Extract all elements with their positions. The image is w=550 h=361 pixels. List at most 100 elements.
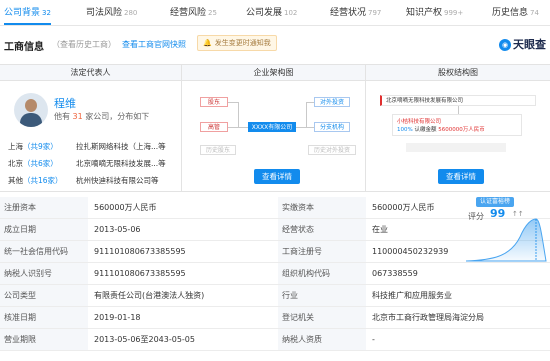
field-label: 公司类型 bbox=[0, 285, 88, 306]
company-count: （共9家） bbox=[23, 142, 58, 151]
node-main-company: XXXX有限公司 bbox=[248, 122, 296, 132]
panel-title: 企业架构图 bbox=[182, 65, 365, 81]
legal-rep-name[interactable]: 程维 bbox=[54, 95, 76, 111]
panel-title: 法定代表人 bbox=[0, 65, 181, 81]
avatar[interactable] bbox=[14, 93, 48, 127]
company-distribution-row[interactable]: 其他（共16家） 杭州快迪科技有限公司等 bbox=[8, 175, 159, 186]
tab-company-background[interactable]: 公司背景 32 bbox=[4, 0, 51, 25]
node-history-invest: 历史对外投资 bbox=[308, 145, 356, 155]
connector bbox=[306, 102, 307, 127]
field-label: 登记机关 bbox=[278, 307, 366, 328]
field-value: 2013-05-06至2043-05-05 bbox=[94, 335, 195, 344]
node-exec: 高管 bbox=[200, 122, 228, 132]
field-label: 组织机构代码 bbox=[278, 263, 366, 284]
connector bbox=[458, 106, 459, 114]
notify-button[interactable]: 🔔 发生变更时通知我 bbox=[197, 35, 277, 51]
company-distribution-row[interactable]: 上海（共9家） 拉扎斯网络科技（上海...等 bbox=[8, 141, 166, 152]
field-value: 067338559 bbox=[372, 269, 418, 278]
structure-detail-button[interactable]: 查看详情 bbox=[254, 169, 300, 184]
field-label: 行业 bbox=[278, 285, 366, 306]
field-label: 纳税人资质 bbox=[278, 329, 366, 350]
field-value: 在业 bbox=[372, 225, 388, 234]
city: 上海 bbox=[8, 142, 23, 151]
equity-panel: 股权结构图 北京嘀嘀无限科技发展有限公司 小桔科技有限公司 100% 认缴金额 … bbox=[366, 65, 550, 192]
eye-icon: ◉ bbox=[499, 39, 511, 51]
field-value: - bbox=[372, 335, 375, 344]
bell-icon: 🔔 bbox=[203, 39, 212, 47]
field-label: 成立日期 bbox=[0, 219, 88, 240]
subscribed-label: 认缴金额 bbox=[414, 127, 437, 133]
company-name[interactable]: 北京嘀嘀无限科技发展...等 bbox=[76, 158, 166, 169]
table-row: 核准日期 2019-01-18 登记机关 北京市工商行政管理局海淀分局 bbox=[0, 307, 550, 329]
company-name[interactable]: 拉扎斯网络科技（上海...等 bbox=[76, 141, 166, 152]
field-value: 2019-01-18 bbox=[94, 313, 141, 322]
node-branch: 分支机构 bbox=[314, 122, 350, 132]
tab-label: 公司背景 bbox=[4, 8, 41, 18]
company-name[interactable]: 杭州快迪科技有限公司等 bbox=[76, 175, 159, 186]
field-value: 科技推广和应用服务业 bbox=[372, 291, 452, 300]
field-value: 560000万人民币 bbox=[94, 203, 157, 212]
tab-operation-risk[interactable]: 经营风险 25 bbox=[170, 0, 217, 25]
connector bbox=[228, 127, 248, 128]
score-widget[interactable]: 认证富裕榜 评分 99 ↑↑ bbox=[462, 197, 548, 265]
tab-judicial-risk[interactable]: 司法风险 280 bbox=[86, 0, 137, 25]
equity-placeholder bbox=[406, 143, 506, 152]
tab-count: 102 bbox=[284, 9, 298, 17]
table-row: 纳税人识别号 911101080673385595 组织机构代码 0673385… bbox=[0, 263, 550, 285]
tab-label: 历史信息 bbox=[492, 8, 529, 18]
field-label: 营业期限 bbox=[0, 329, 88, 350]
summary-prefix: 他有 bbox=[54, 112, 70, 121]
tab-company-development[interactable]: 公司发展 102 bbox=[246, 0, 297, 25]
tab-count: 999+ bbox=[444, 9, 464, 17]
legal-rep-panel: 法定代表人 程维 他有 31 家公司，分布如下 上海（共9家） 拉扎斯网络科技（… bbox=[0, 65, 182, 192]
tab-count: 280 bbox=[124, 9, 138, 17]
holder-percent: 100% bbox=[397, 127, 413, 133]
connector bbox=[296, 127, 314, 128]
node-history-shareholder: 历史股东 bbox=[200, 145, 236, 155]
connector bbox=[228, 102, 238, 103]
field-label: 注册资本 bbox=[0, 197, 88, 218]
brand-name: 天眼查 bbox=[513, 38, 546, 51]
tab-history-info[interactable]: 历史信息 74 bbox=[492, 0, 539, 25]
field-value: 2013-05-06 bbox=[94, 225, 141, 234]
field-value: 911101080673385595 bbox=[94, 269, 186, 278]
field-label: 经营状态 bbox=[278, 219, 366, 240]
field-label: 统一社会信用代码 bbox=[0, 241, 88, 262]
city: 其他 bbox=[8, 176, 23, 185]
field-label: 纳税人识别号 bbox=[0, 263, 88, 284]
tab-label: 经营状况 bbox=[330, 8, 367, 18]
summary-suffix: 家公司，分布如下 bbox=[85, 112, 150, 121]
tab-count: 32 bbox=[42, 9, 51, 17]
tab-label: 司法风险 bbox=[86, 8, 123, 18]
legal-rep-summary: 他有 31 家公司，分布如下 bbox=[54, 111, 149, 122]
tab-label: 知识产权 bbox=[406, 8, 443, 18]
field-label: 工商注册号 bbox=[278, 241, 366, 262]
overview-panels: 法定代表人 程维 他有 31 家公司，分布如下 上海（共9家） 拉扎斯网络科技（… bbox=[0, 64, 550, 192]
brand-logo: ◉ 天眼查 bbox=[499, 36, 546, 52]
tab-count: 797 bbox=[368, 9, 382, 17]
tab-intellectual-property[interactable]: 知识产权 999+ bbox=[406, 0, 463, 25]
tab-label: 公司发展 bbox=[246, 8, 283, 18]
equity-top-company[interactable]: 北京嘀嘀无限科技发展有限公司 bbox=[380, 95, 536, 106]
field-label: 核准日期 bbox=[0, 307, 88, 328]
panel-title: 股权结构图 bbox=[366, 65, 550, 81]
official-snapshot-link[interactable]: 查看工商官网快照 bbox=[122, 39, 186, 50]
field-value: 有限责任公司(台港澳法人独资) bbox=[94, 291, 205, 300]
table-row: 公司类型 有限责任公司(台港澳法人独资) 行业 科技推广和应用服务业 bbox=[0, 285, 550, 307]
top-tab-bar: 公司背景 32 司法风险 280 经营风险 25 公司发展 102 经营状况 797 知识… bbox=[0, 0, 550, 26]
city: 北京 bbox=[8, 159, 23, 168]
score-curve bbox=[465, 218, 547, 262]
equity-holder-card[interactable]: 小桔科技有限公司 100% 认缴金额 5600000万人民币 bbox=[392, 114, 522, 136]
company-distribution-row[interactable]: 北京（共6家） 北京嘀嘀无限科技发展...等 bbox=[8, 158, 166, 169]
equity-detail-button[interactable]: 查看详情 bbox=[438, 169, 484, 184]
subscribed-amount: 5600000万人民币 bbox=[438, 127, 485, 133]
summary-count: 31 bbox=[72, 112, 83, 121]
section-header: 工商信息 （查看历史工商） 查看工商官网快照 🔔 发生变更时通知我 ◉ 天眼查 bbox=[0, 30, 550, 58]
company-count: （共16家） bbox=[23, 176, 63, 185]
tab-count: 25 bbox=[208, 9, 217, 17]
history-link[interactable]: （查看历史工商） bbox=[52, 39, 116, 50]
table-row: 营业期限 2013-05-06至2043-05-05 纳税人资质 - bbox=[0, 329, 550, 351]
field-value: 北京市工商行政管理局海淀分局 bbox=[372, 313, 484, 322]
tab-operation-status[interactable]: 经营状况 797 bbox=[330, 0, 381, 25]
tab-count: 74 bbox=[530, 9, 539, 17]
